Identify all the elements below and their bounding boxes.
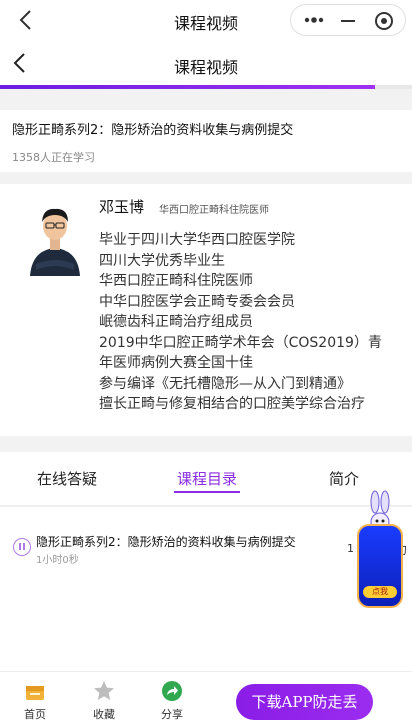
star-icon (94, 681, 114, 700)
click-me-tag[interactable]: 点我 (363, 586, 397, 598)
tab-intro[interactable]: 简介 (329, 468, 359, 489)
lesson-item[interactable]: 隐形正畸系列2：隐形矫治的资料收集与病例提交 1小时0秒 1 刀 (0, 527, 412, 571)
teacher-panel: 邓玉博 华西口腔正畸科住院医师 毕业于四川大学华西口腔医学院 四川大学优秀毕业生… (0, 184, 412, 436)
bio-line: 岷德齿科正畸治疗组成员 (99, 314, 253, 330)
top-bar: 课程视频 (0, 0, 412, 40)
lesson-duration: 1小时0秒 (36, 555, 79, 566)
bio-line: 华西口腔正畸科住院医师 (99, 273, 253, 289)
minimize-icon[interactable] (341, 20, 355, 22)
home-icon (26, 686, 44, 700)
bio-line: 中华口腔医学会正畸专委会会员 (99, 293, 295, 310)
nav-home[interactable]: 首页 (17, 680, 53, 722)
nav-label: 收藏 (93, 708, 115, 721)
more-icon[interactable] (303, 12, 325, 28)
lesson-list: 隐形正畸系列2：隐形矫治的资料收集与病例提交 1小时0秒 1 刀 (0, 507, 412, 671)
nav-favorite[interactable]: 收藏 (86, 680, 122, 722)
teacher-avatar (26, 198, 84, 276)
nav-share[interactable]: 分享 (154, 680, 190, 722)
pause-icon[interactable] (13, 538, 31, 556)
page-header: 课程视频 (0, 40, 412, 88)
learner-count: 1358人正在学习 (12, 151, 95, 164)
share-icon (162, 681, 182, 701)
lesson-title: 隐形正畸系列2：隐形矫治的资料收集与病例提交 (36, 535, 296, 549)
course-title: 隐形正畸系列2：隐形矫治的资料收集与病例提交 (12, 123, 294, 138)
teacher-position: 华西口腔正畸科住院医师 (159, 205, 269, 216)
content-tabs: 在线答疑 课程目录 简介 (0, 452, 412, 506)
download-app-button[interactable]: 下载APP防走丢 (236, 684, 373, 720)
course-card: 隐形正畸系列2：隐形矫治的资料收集与病例提交 1358人正在学习 (0, 110, 412, 172)
teacher-name: 邓玉博 (99, 198, 145, 216)
nav-label: 分享 (161, 708, 183, 721)
close-record-icon[interactable] (375, 12, 393, 30)
tab-course-catalog[interactable]: 课程目录 (177, 468, 237, 489)
bio-line: 四川大学优秀毕业生 (99, 252, 225, 269)
bottom-bar: 首页 收藏 分享 下载APP防走丢 (0, 671, 412, 724)
bio-line: 毕业于四川大学华西口腔医学院 (99, 232, 295, 248)
active-tab-indicator (174, 491, 240, 493)
mini-program-capsule (290, 4, 406, 36)
bio-line: 2019中华口腔正畸学术年会（COS2019）青 (99, 334, 382, 351)
lesson-side-text: 1 (347, 542, 354, 555)
floating-mascot-widget[interactable]: 点我 (355, 490, 405, 612)
bio-line: 年医师病例大赛全国十佳 (99, 355, 253, 371)
bio-line: 参与编译《无托槽隐形—从入门到精通》 (99, 375, 351, 392)
video-progress-bar[interactable] (0, 85, 412, 89)
bio-line: 擅长正畸与修复相结合的口腔美学综合治疗 (99, 396, 365, 412)
page-title: 课程视频 (173, 58, 238, 77)
progress-fill (0, 85, 375, 89)
teacher-bio: 毕业于四川大学华西口腔医学院 四川大学优秀毕业生 华西口腔正畸科住院医师 中华口… (99, 230, 407, 415)
tab-online-qa[interactable]: 在线答疑 (37, 468, 97, 489)
nav-label: 首页 (24, 708, 46, 721)
